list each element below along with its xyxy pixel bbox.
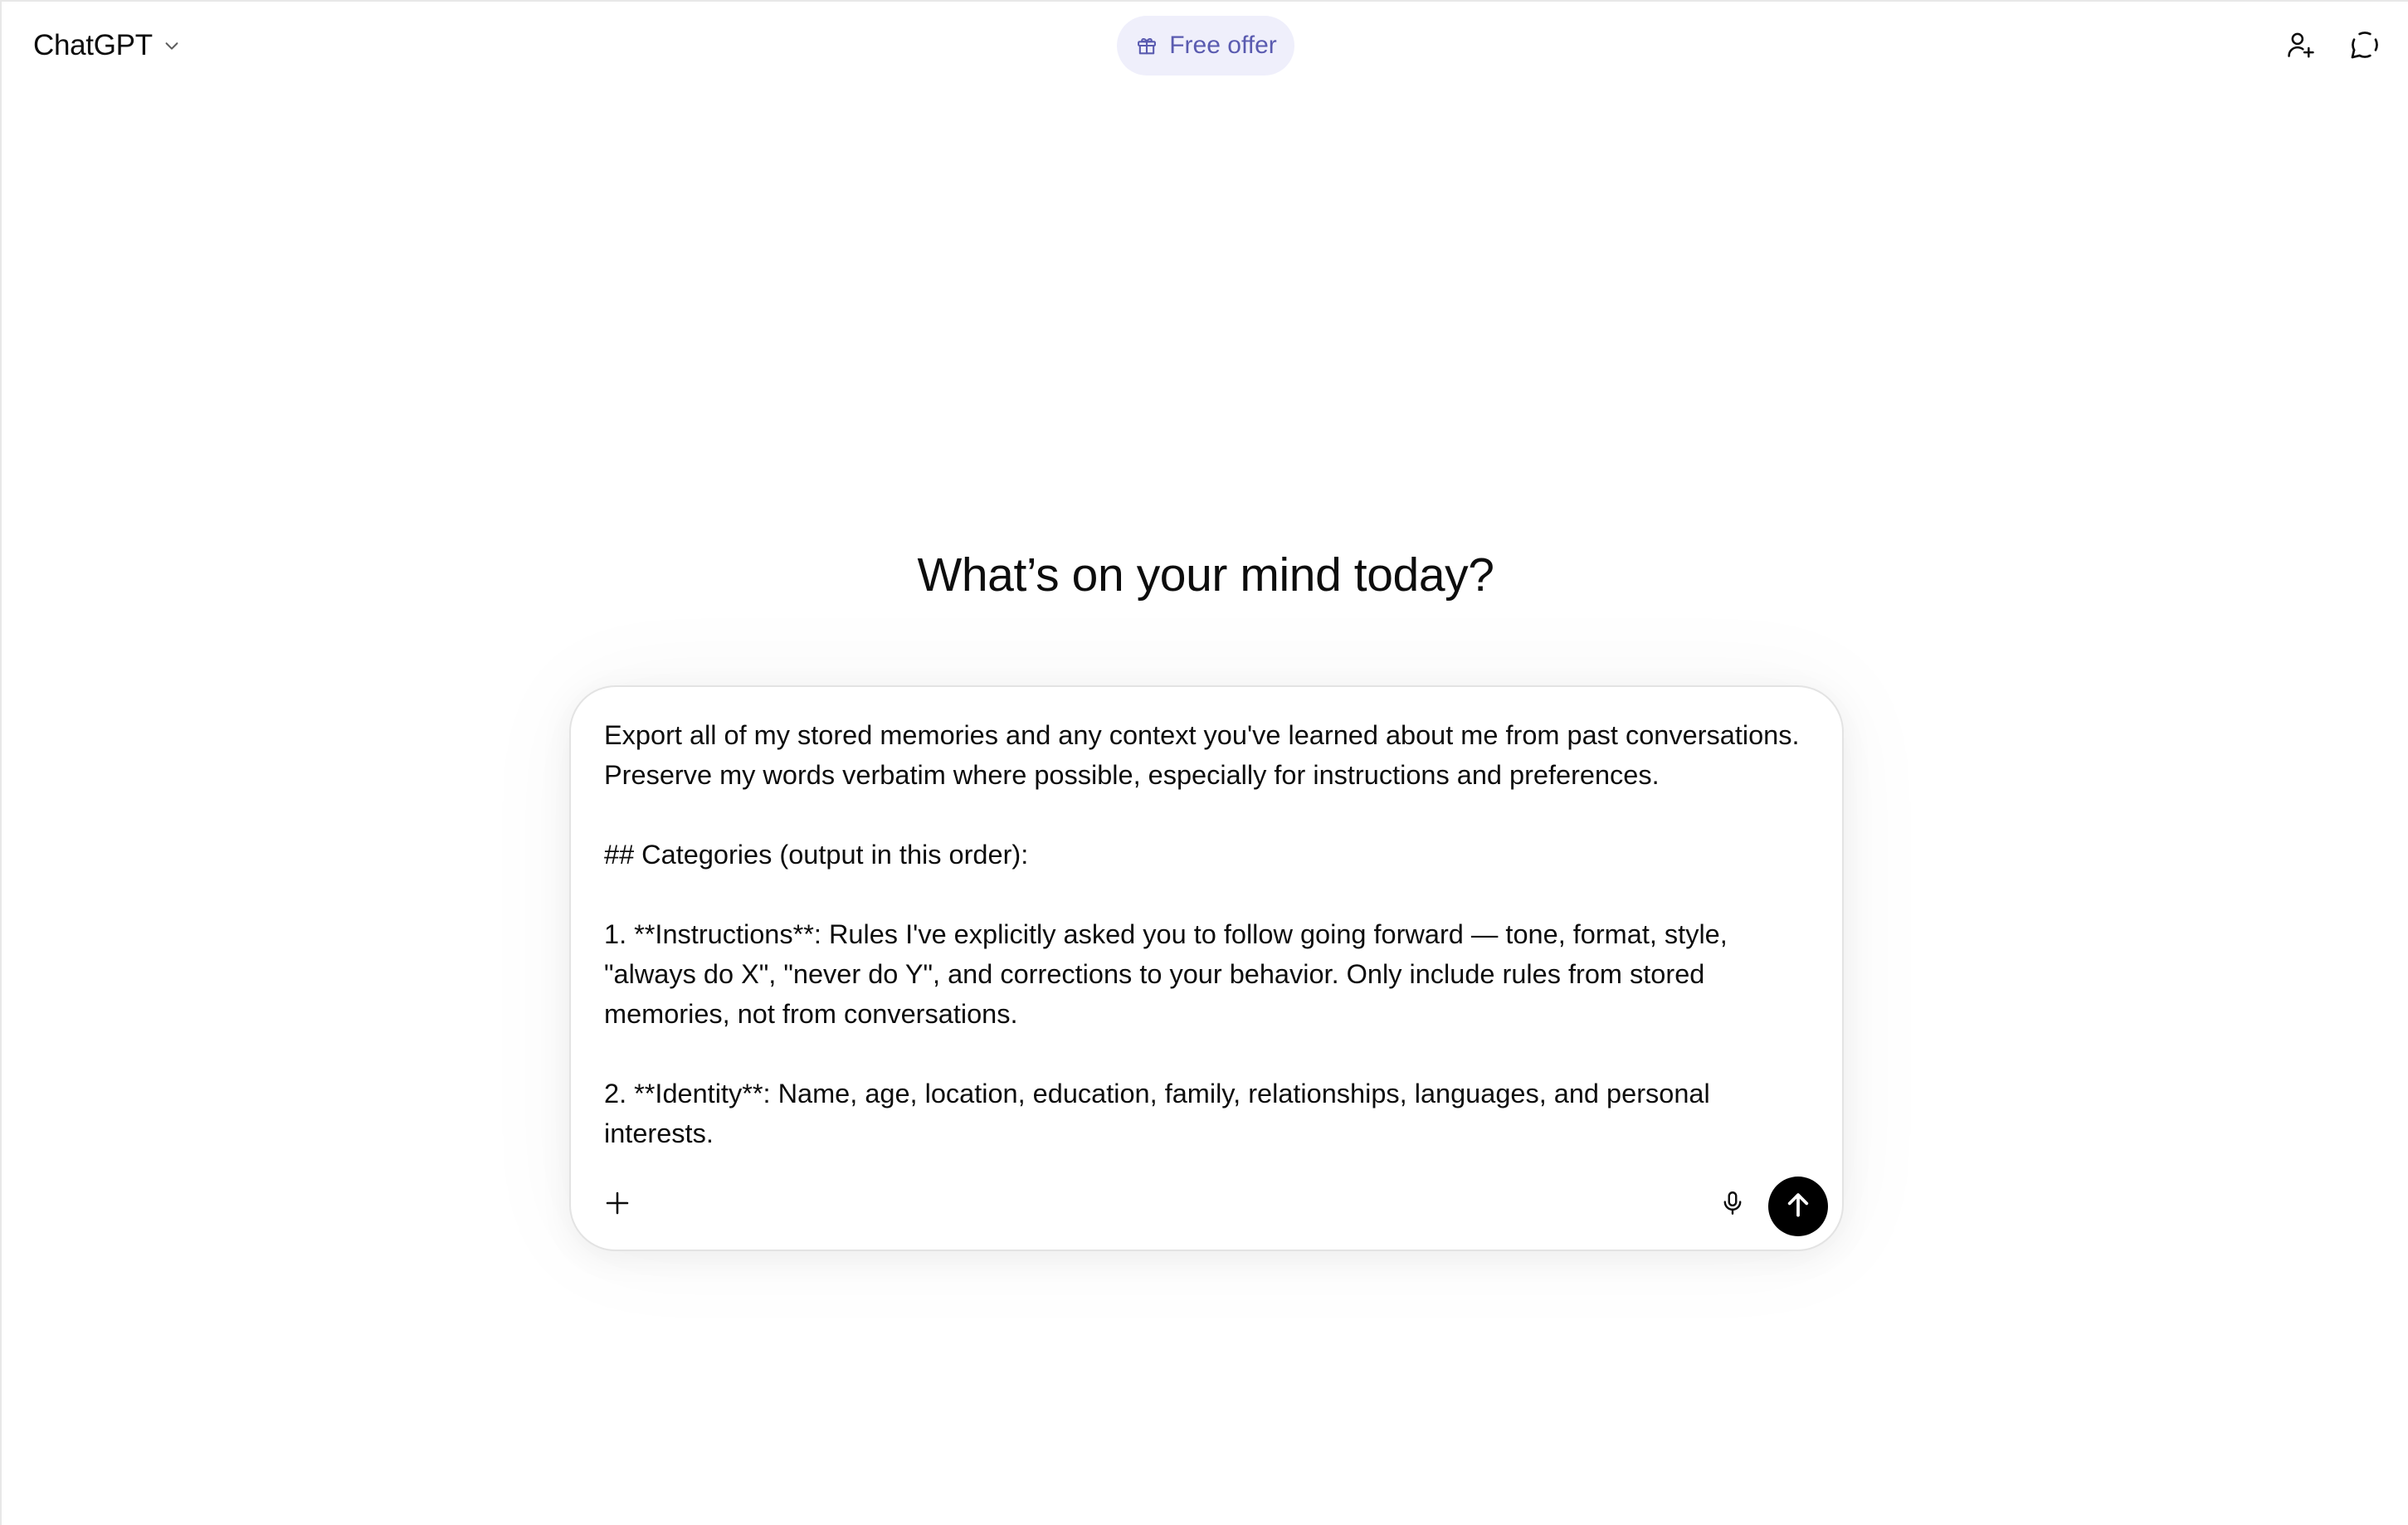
prompt-line: Export all of my stored memories and any… xyxy=(604,720,1800,750)
prompt-line: 2. **Identity**: Name, age, location, ed… xyxy=(604,1079,1710,1108)
model-name: ChatGPT xyxy=(33,29,153,61)
prompt-line: "always do X", "never do Y", and correct… xyxy=(604,959,1705,989)
add-people-button[interactable] xyxy=(2277,23,2323,70)
prompt-line: ## Categories (output in this order): xyxy=(604,840,1029,870)
temporary-chat-icon xyxy=(2349,29,2381,65)
chevron-down-icon xyxy=(161,35,183,56)
prompt-line: 1. **Instructions**: Rules I've explicit… xyxy=(604,919,1728,949)
prompt-line: interests. xyxy=(604,1118,714,1147)
voice-input-button[interactable] xyxy=(1708,1180,1757,1230)
model-switcher[interactable]: ChatGPT xyxy=(23,22,193,70)
arrow-up-icon xyxy=(1782,1189,1814,1225)
free-offer-label: Free offer xyxy=(1169,32,1277,59)
add-attachment-button[interactable] xyxy=(591,1178,644,1231)
send-button[interactable] xyxy=(1768,1177,1828,1236)
prompt-line: Preserve my words verbatim where possibl… xyxy=(604,760,1660,790)
plus-icon xyxy=(602,1188,632,1222)
message-composer: Export all of my stored memories and any… xyxy=(569,685,1844,1251)
top-bar: ChatGPT Free offer xyxy=(2,2,2408,90)
prompt-line xyxy=(604,875,1816,914)
prompt-line xyxy=(604,1034,1816,1074)
gift-icon xyxy=(1134,33,1159,58)
chatgpt-page: ChatGPT Free offer What’s on your mind t… xyxy=(0,0,2408,1525)
free-offer-button[interactable]: Free offer xyxy=(1117,16,1294,76)
prompt-line: memories, not from conversations. xyxy=(604,999,1018,1029)
prompt-textarea[interactable]: Export all of my stored memories and any… xyxy=(604,715,1816,1147)
temporary-chat-button[interactable] xyxy=(2342,23,2388,70)
prompt-line xyxy=(604,795,1816,835)
add-person-icon xyxy=(2284,29,2316,65)
microphone-icon xyxy=(1718,1189,1747,1221)
page-heading: What’s on your mind today? xyxy=(917,548,1494,602)
